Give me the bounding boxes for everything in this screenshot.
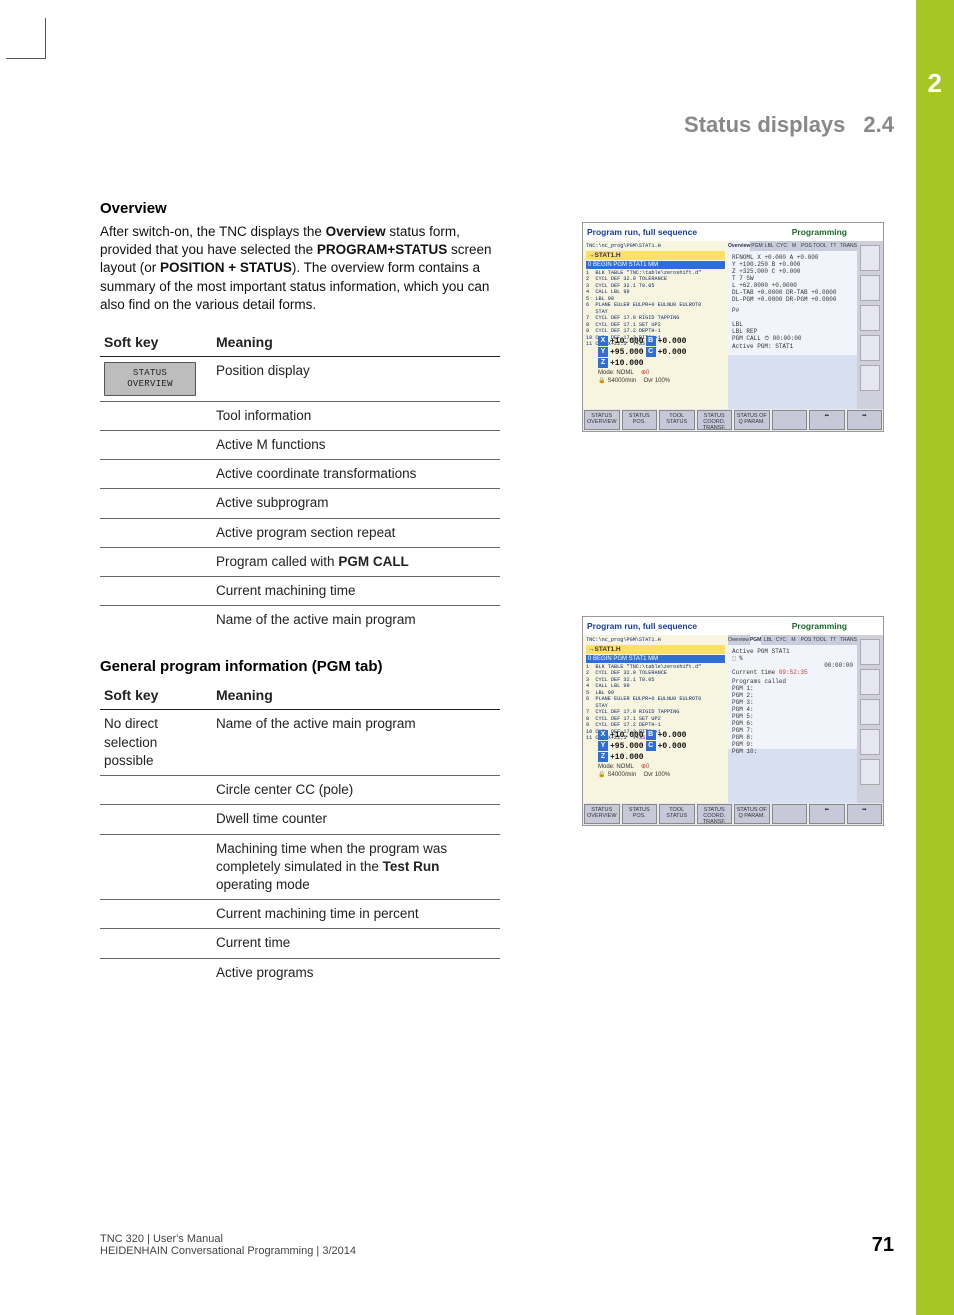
running-head: Status displays2.4 [684, 112, 894, 138]
screenshot-overview-tab: Program run, full sequence Programming T… [582, 222, 884, 432]
pgm-table: Soft key Meaning No direct selection pos… [100, 681, 500, 986]
page-number: 71 [872, 1234, 894, 1257]
footer-text: TNC 320 | User's Manual HEIDENHAIN Conve… [100, 1233, 356, 1257]
chapter-number: 2 [928, 68, 942, 99]
pgm-heading: General program information (PGM tab) [100, 658, 500, 675]
softkey-status-overview: STATUSOVERVIEW [104, 362, 196, 396]
overview-heading: Overview [100, 200, 500, 217]
col-softkey: Soft key [100, 328, 212, 357]
col-meaning: Meaning [212, 328, 500, 357]
overview-table: Soft key Meaning STATUSOVERVIEW Position… [100, 328, 500, 634]
screenshot-pgm-tab: Program run, full sequence Programming T… [582, 616, 884, 826]
overview-paragraph: After switch-on, the TNC displays the Ov… [100, 223, 500, 314]
meaning-cell: Position display [212, 357, 500, 402]
